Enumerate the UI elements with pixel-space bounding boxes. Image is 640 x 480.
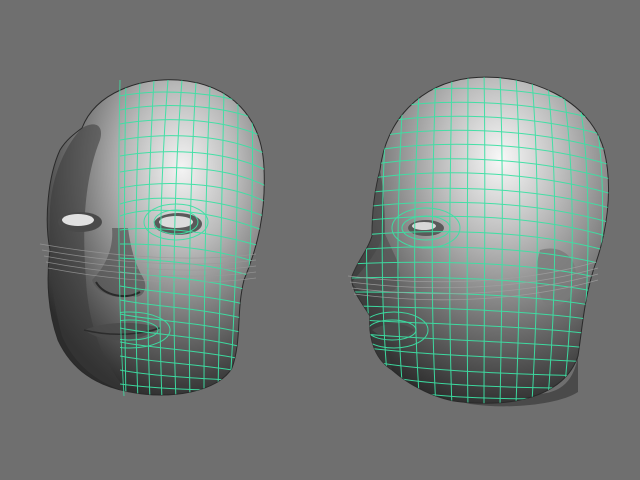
head-three-quarter-view[interactable] [347, 72, 614, 408]
viewport-canvas[interactable] [0, 0, 640, 480]
head-front-view[interactable] [39, 79, 266, 400]
3d-viewport[interactable] [0, 0, 640, 480]
right-eyeball [159, 216, 193, 228]
head-three-quarter-surface [351, 76, 610, 404]
left-eyeball [62, 214, 94, 226]
